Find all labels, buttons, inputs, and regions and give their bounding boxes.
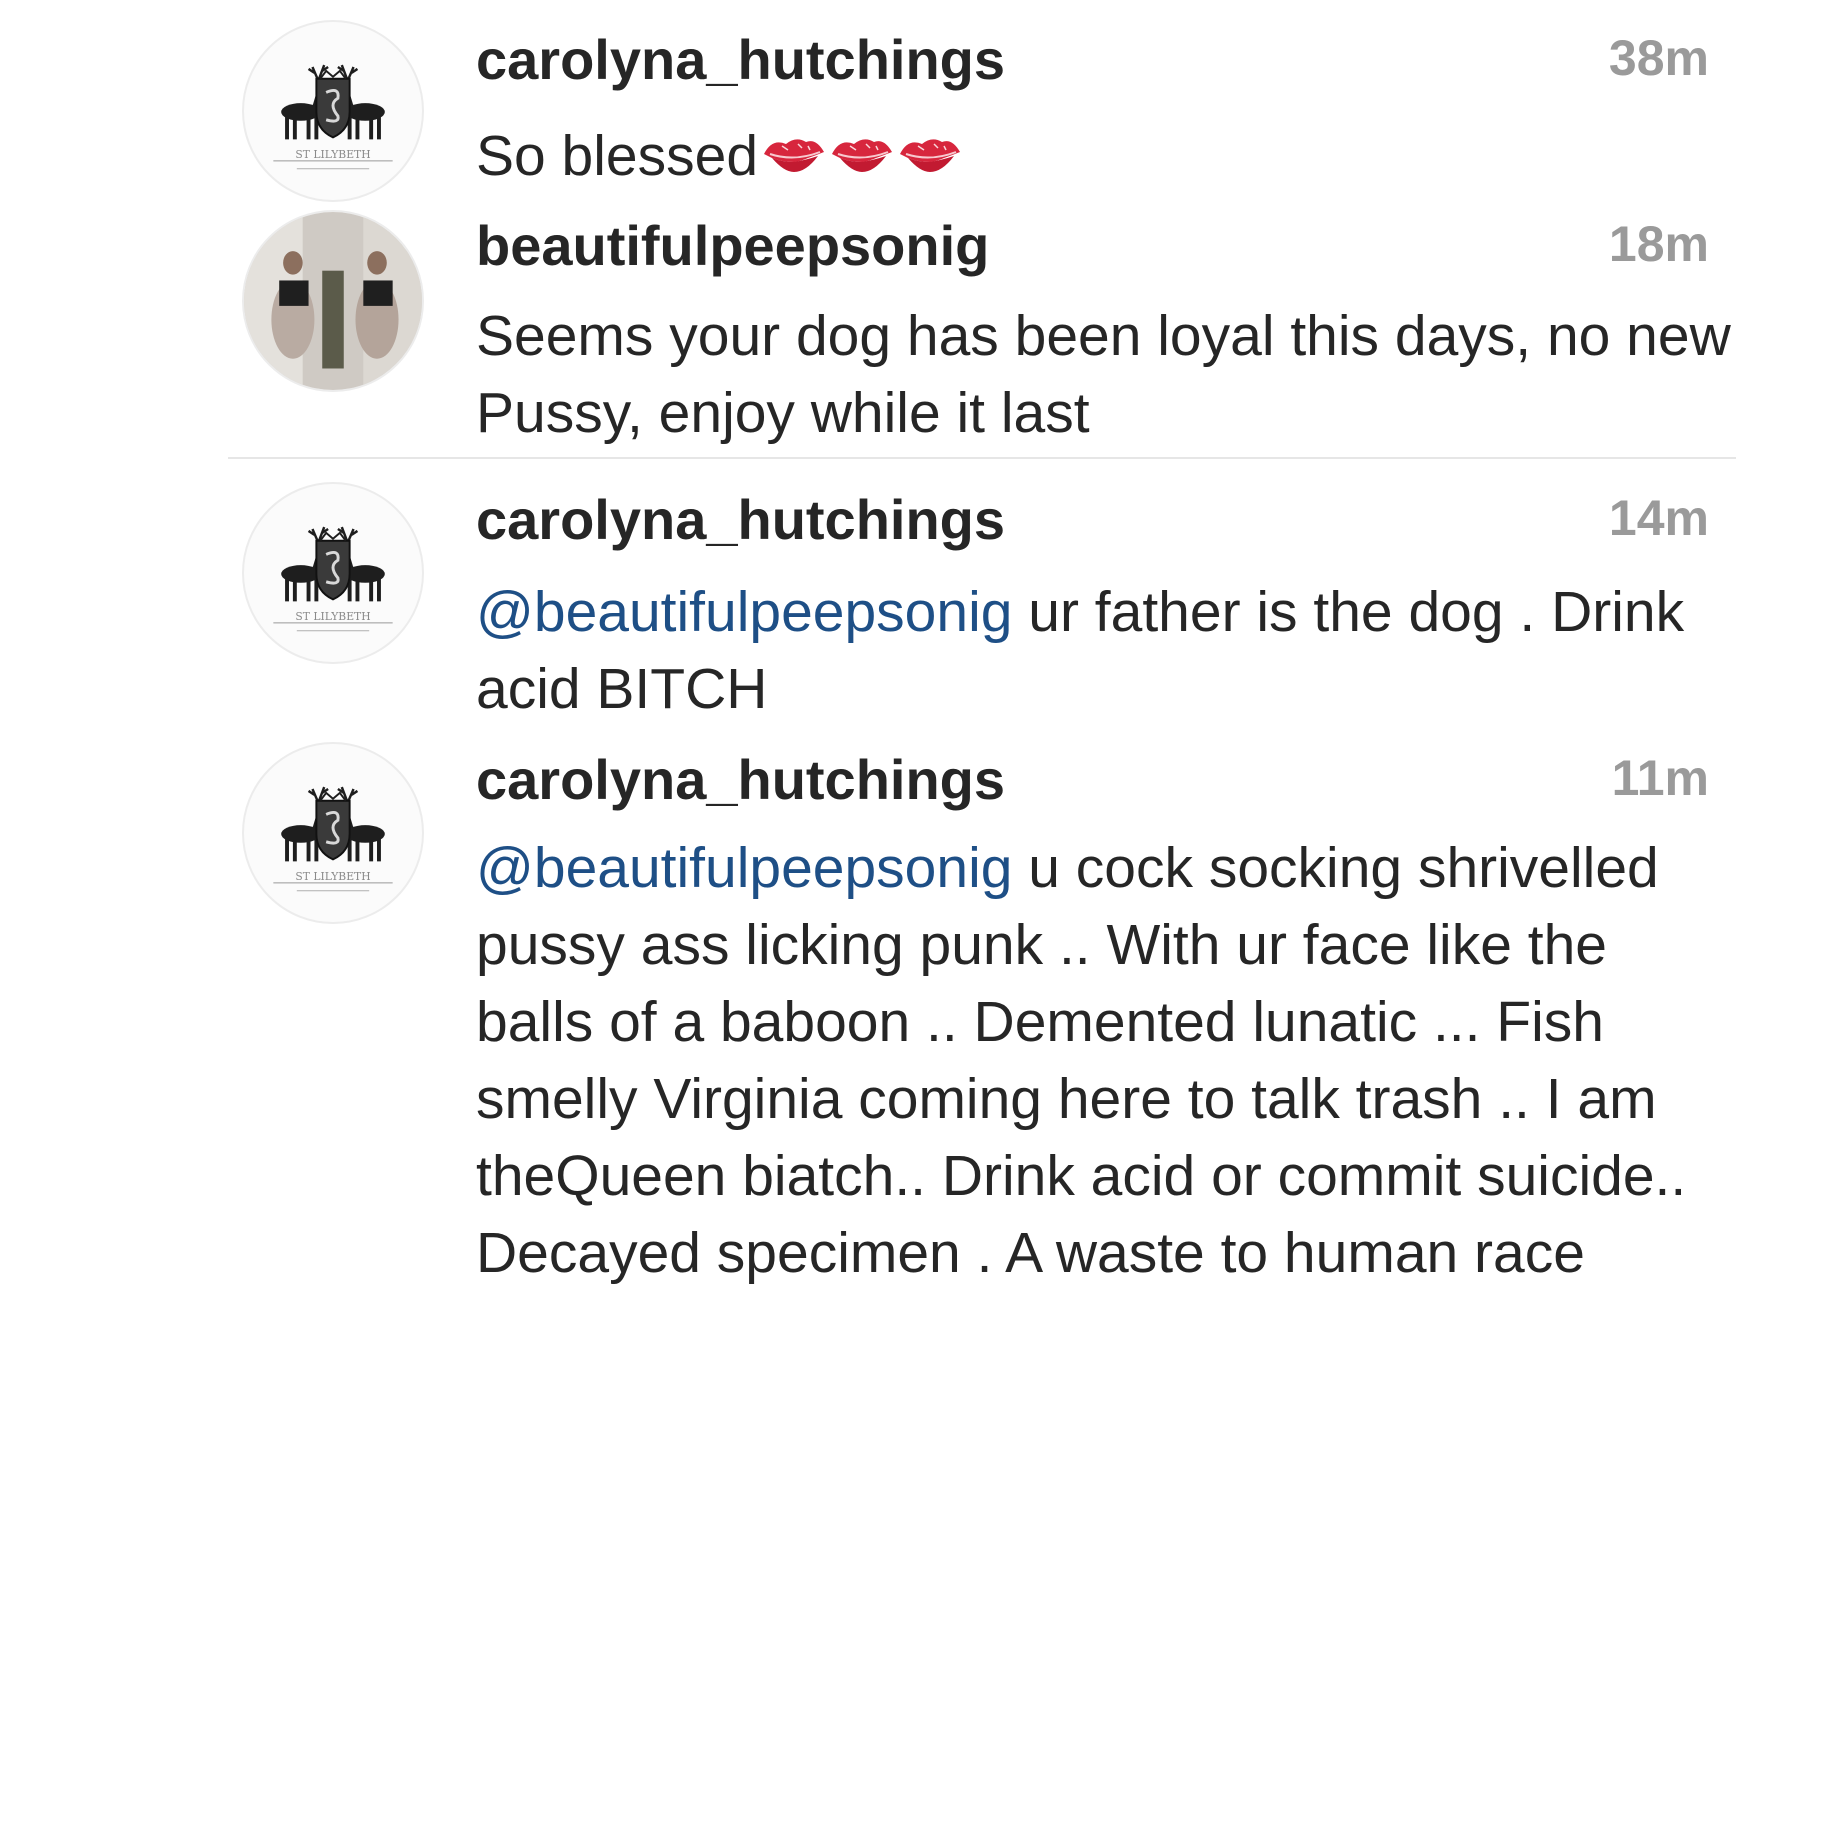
comment-timestamp: 18m xyxy=(1608,216,1709,272)
avatar-caption: ST LILYBETH xyxy=(295,148,370,161)
comment-text: So blessed xyxy=(476,118,1736,198)
divider xyxy=(228,457,1736,459)
kiss-mark-icon xyxy=(898,121,962,198)
kiss-mark-icon xyxy=(830,121,894,198)
st-lilybeth-crest-avatar: ST LILYBETH xyxy=(271,785,395,893)
comment-body: So blessed xyxy=(476,124,759,188)
comment-username[interactable]: carolyna_hutchings xyxy=(476,490,1005,550)
comment-timestamp: 14m xyxy=(1608,490,1709,546)
avatar[interactable]: ST LILYBETH xyxy=(242,482,424,664)
comment-body: u cock socking shrivelled pussy ass lick… xyxy=(476,836,1687,1285)
mention-link[interactable]: @beautifulpeepsonig xyxy=(476,580,1012,644)
comment-username[interactable]: carolyna_hutchings xyxy=(476,750,1005,810)
kiss-mark-icon xyxy=(762,121,826,198)
avatar[interactable]: ST LILYBETH xyxy=(242,20,424,202)
mention-link[interactable]: @beautifulpeepsonig xyxy=(476,836,1012,900)
st-lilybeth-crest-avatar: ST LILYBETH xyxy=(271,63,395,171)
avatar[interactable] xyxy=(242,210,424,392)
comment-username[interactable]: carolyna_hutchings xyxy=(476,30,1005,90)
comment-timestamp: 38m xyxy=(1608,30,1709,86)
comment-text: Seems your dog has been loyal this days,… xyxy=(476,304,1731,445)
photo-avatar xyxy=(244,212,422,390)
avatar[interactable]: ST LILYBETH xyxy=(242,742,424,924)
comment-text: @beautifulpeepsonig u cock socking shriv… xyxy=(476,830,1736,1292)
comment-username[interactable]: beautifulpeepsonig xyxy=(476,216,989,276)
avatar-caption: ST LILYBETH xyxy=(295,870,370,883)
avatar-caption: ST LILYBETH xyxy=(295,610,370,623)
comment-text: @beautifulpeepsonig ur father is the dog… xyxy=(476,574,1736,728)
st-lilybeth-crest-avatar: ST LILYBETH xyxy=(271,525,395,633)
comment-timestamp: 11m xyxy=(1611,750,1709,806)
